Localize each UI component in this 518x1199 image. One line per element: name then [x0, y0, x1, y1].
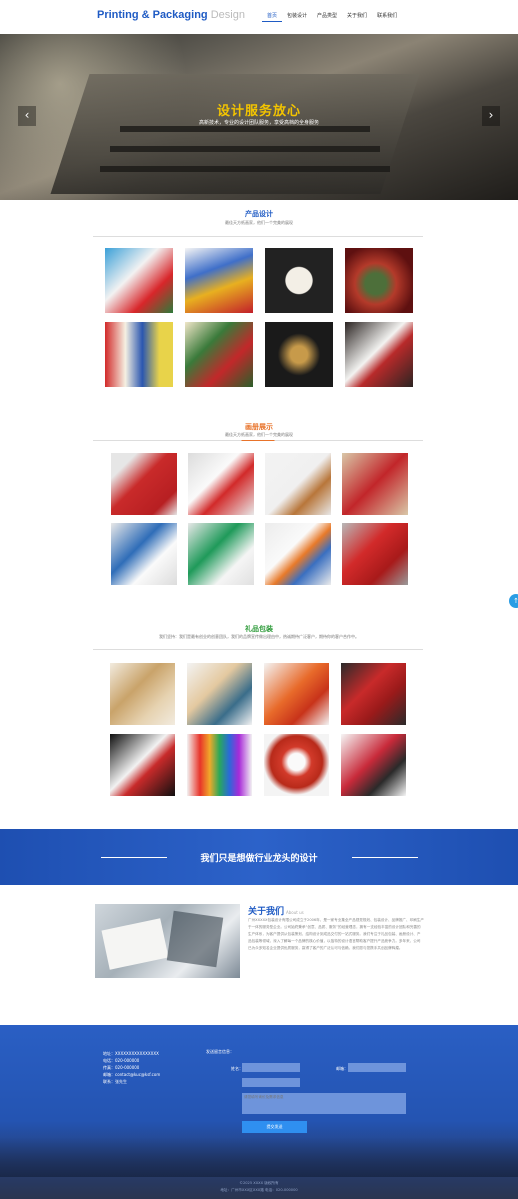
gift-thumb[interactable]	[187, 734, 252, 796]
about-title-en: About us	[286, 910, 304, 915]
main-nav: 首页 包装设计 产品类型 关于我们 联系我们	[262, 11, 402, 22]
message-textarea[interactable]	[242, 1093, 406, 1114]
album-thumb[interactable]	[342, 523, 408, 585]
gift-thumb[interactable]	[264, 663, 329, 725]
nav-packaging-design[interactable]: 包装设计	[282, 11, 312, 22]
nav-about-us[interactable]: 关于我们	[342, 11, 372, 22]
nav-contact-us[interactable]: 联系我们	[372, 11, 402, 22]
product-thumb[interactable]	[345, 248, 413, 313]
copyright-line-1: ©2025 XXXX 版权所有	[239, 1181, 279, 1185]
contact-phone: 电话：020-000000	[103, 1058, 140, 1063]
gift-thumb[interactable]	[341, 663, 406, 725]
name-input[interactable]	[242, 1063, 300, 1072]
section-divider	[93, 649, 423, 650]
page: Printing & Packaging Design 首页 包装设计 产品类型…	[0, 0, 518, 1199]
album-thumb[interactable]	[188, 453, 254, 515]
hero-press-bar	[110, 146, 380, 152]
product-thumb[interactable]	[185, 248, 253, 313]
side-float-icon[interactable]: ↑	[509, 594, 518, 608]
contact-person: 联系：张先生	[103, 1079, 127, 1084]
album-thumb[interactable]	[265, 453, 331, 515]
email-label: 邮箱：	[336, 1066, 348, 1071]
hero-press-bar	[120, 126, 370, 132]
gift-thumb[interactable]	[110, 663, 175, 725]
about-image-hand	[166, 910, 224, 968]
about-title-text: 关于我们	[248, 907, 285, 917]
footer-cityscape	[0, 1137, 518, 1177]
album-thumb[interactable]	[265, 523, 331, 585]
hero-banner: 设计服务放心 高新技术，专业的设计团队服务，享受高档的全身服务	[0, 34, 518, 200]
album-thumb[interactable]	[342, 453, 408, 515]
product-grid	[105, 248, 413, 387]
section-title-gift: 礼品包装	[245, 625, 273, 633]
site-header: Printing & Packaging Design 首页 包装设计 产品类型…	[0, 0, 518, 34]
product-thumb[interactable]	[265, 248, 333, 313]
submit-button[interactable]: 提交发送	[242, 1121, 307, 1133]
section-title-album: 画册展示	[245, 423, 273, 431]
hero-prev-arrow-icon[interactable]: ‹	[18, 106, 36, 126]
banner-title: 我们只是想做行业龙头的设计	[200, 854, 318, 864]
contact-email: 邮箱：contact@kuc@ksf.com	[103, 1072, 161, 1077]
banner-line-right	[352, 857, 418, 858]
gift-thumb[interactable]	[110, 734, 175, 796]
product-thumb[interactable]	[265, 322, 333, 387]
album-thumb[interactable]	[111, 523, 177, 585]
logo-main-text: Printing & Packaging	[97, 9, 208, 21]
about-image-paper	[101, 918, 169, 970]
site-logo[interactable]: Printing & Packaging Design	[97, 9, 245, 21]
section-subtitle-gift: 我们坚持：我们是最有创业的创意团队，我们的品牌宣传做出理由中，热诚期待广泛客户，…	[159, 634, 359, 639]
product-thumb[interactable]	[105, 248, 173, 313]
contact-fax: 传真：020-000000	[103, 1065, 140, 1070]
copyright-line-2: 地址：广州市XXX区XXX路 电话：020-000000	[220, 1188, 298, 1192]
hero-title: 设计服务放心	[216, 104, 301, 119]
album-thumb[interactable]	[111, 453, 177, 515]
hero-press-bar	[100, 166, 390, 172]
about-title: 关于我们 About us	[248, 904, 304, 917]
album-thumb[interactable]	[188, 523, 254, 585]
section-divider	[93, 236, 423, 237]
product-thumb[interactable]	[345, 322, 413, 387]
hero-next-arrow-icon[interactable]: ›	[482, 106, 500, 126]
about-image	[95, 904, 240, 978]
email-input[interactable]	[348, 1063, 406, 1072]
product-thumb[interactable]	[185, 322, 253, 387]
product-thumb[interactable]	[105, 322, 173, 387]
about-description: 广州XXXXX包装设计有限公司成立于2006年，是一家专业集全产品视觉规划、包装…	[248, 918, 424, 950]
gift-thumb[interactable]	[264, 734, 329, 796]
section-title-product: 产品设计	[245, 210, 273, 218]
footer-contact: 地址：XXXXXXXXXXXXXXXX 电话：020-000000 传真：020…	[103, 1050, 160, 1085]
logo-accent-text: Design	[210, 9, 245, 21]
section-divider	[93, 440, 423, 441]
hero-subtitle: 高新技术，专业的设计团队服务，享受高档的全身服务	[198, 120, 319, 126]
form-title: 发送留言信息：	[206, 1049, 234, 1054]
section-subtitle-album: 最佳天方纸画家，他们一个完美的展现	[225, 432, 293, 437]
nav-product-types[interactable]: 产品类型	[312, 11, 342, 22]
contact-address: 地址：XXXXXXXXXXXXXXXX	[103, 1051, 159, 1056]
hero-press-plate	[50, 74, 420, 194]
section-subtitle-product: 最佳天方纸画家，他们一个完美的展现	[225, 220, 293, 225]
slogan-banner: 我们只是想做行业龙头的设计	[0, 829, 518, 885]
gift-thumb[interactable]	[341, 734, 406, 796]
album-grid	[111, 453, 408, 585]
gift-grid	[110, 663, 406, 796]
gift-thumb[interactable]	[187, 663, 252, 725]
extra-input[interactable]	[242, 1078, 300, 1087]
nav-home[interactable]: 首页	[262, 11, 283, 22]
